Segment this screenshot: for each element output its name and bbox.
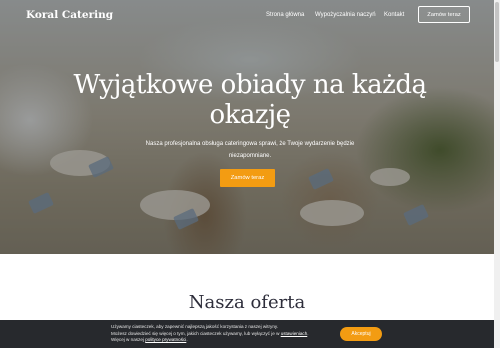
cookie-line-text: . [307,330,309,336]
cookie-line: Więcej w naszej polityce prywatności. [111,337,331,344]
cookie-accept-button[interactable]: Akceptuj [340,327,382,341]
nav-link-home[interactable]: Strona główna [266,12,304,18]
cookie-line: Możesz dowiedzieć się więcej o tym, jaki… [111,331,331,338]
hero-title-line: okazję [209,100,291,130]
hero-subtitle: Nasza profesjonalna obsługa cateringowa … [140,138,360,162]
offer-section-title: Nasza oferta [188,292,306,313]
cookie-line-text: . [186,337,188,343]
hero-title-line: Wyjątkowe obiady na każdą [73,70,428,100]
nav-link-contact[interactable]: Kontakt [384,12,404,18]
cookie-line-text: Więcej w naszej [111,337,146,343]
hero-subtitle-line: Nasza profesjonalna obsługa cateringowa … [145,141,355,147]
cookie-message: Używamy ciasteczek, aby zapewnić najleps… [111,324,331,344]
cookie-line: Używamy ciasteczek, aby zapewnić najleps… [111,324,279,329]
hero-subtitle-line: niezapomniane. [228,153,272,159]
hero-title: Wyjątkowe obiady na każdą okazję [60,70,440,130]
hero-section: Koral Catering Strona główna Wypożyczaln… [0,0,500,254]
brand-logo[interactable]: Koral Catering [26,9,113,21]
hero-order-button[interactable]: Zamów teraz [220,169,275,187]
privacy-policy-link[interactable]: polityce prywatności [145,337,186,342]
nav-order-button[interactable]: Zamów teraz [418,6,470,23]
cookie-banner: Używamy ciasteczek, aby zapewnić najleps… [0,320,494,348]
page-scrollbar-thumb[interactable] [495,2,499,62]
cookie-line-text: Możesz dowiedzieć się więcej o tym, jaki… [111,330,281,336]
nav-link-dish-rental[interactable]: Wypożyczalnia naczyń [315,12,376,18]
navbar: Koral Catering Strona główna Wypożyczaln… [0,0,500,30]
cookie-settings-link[interactable]: ustawieniach [281,331,308,336]
